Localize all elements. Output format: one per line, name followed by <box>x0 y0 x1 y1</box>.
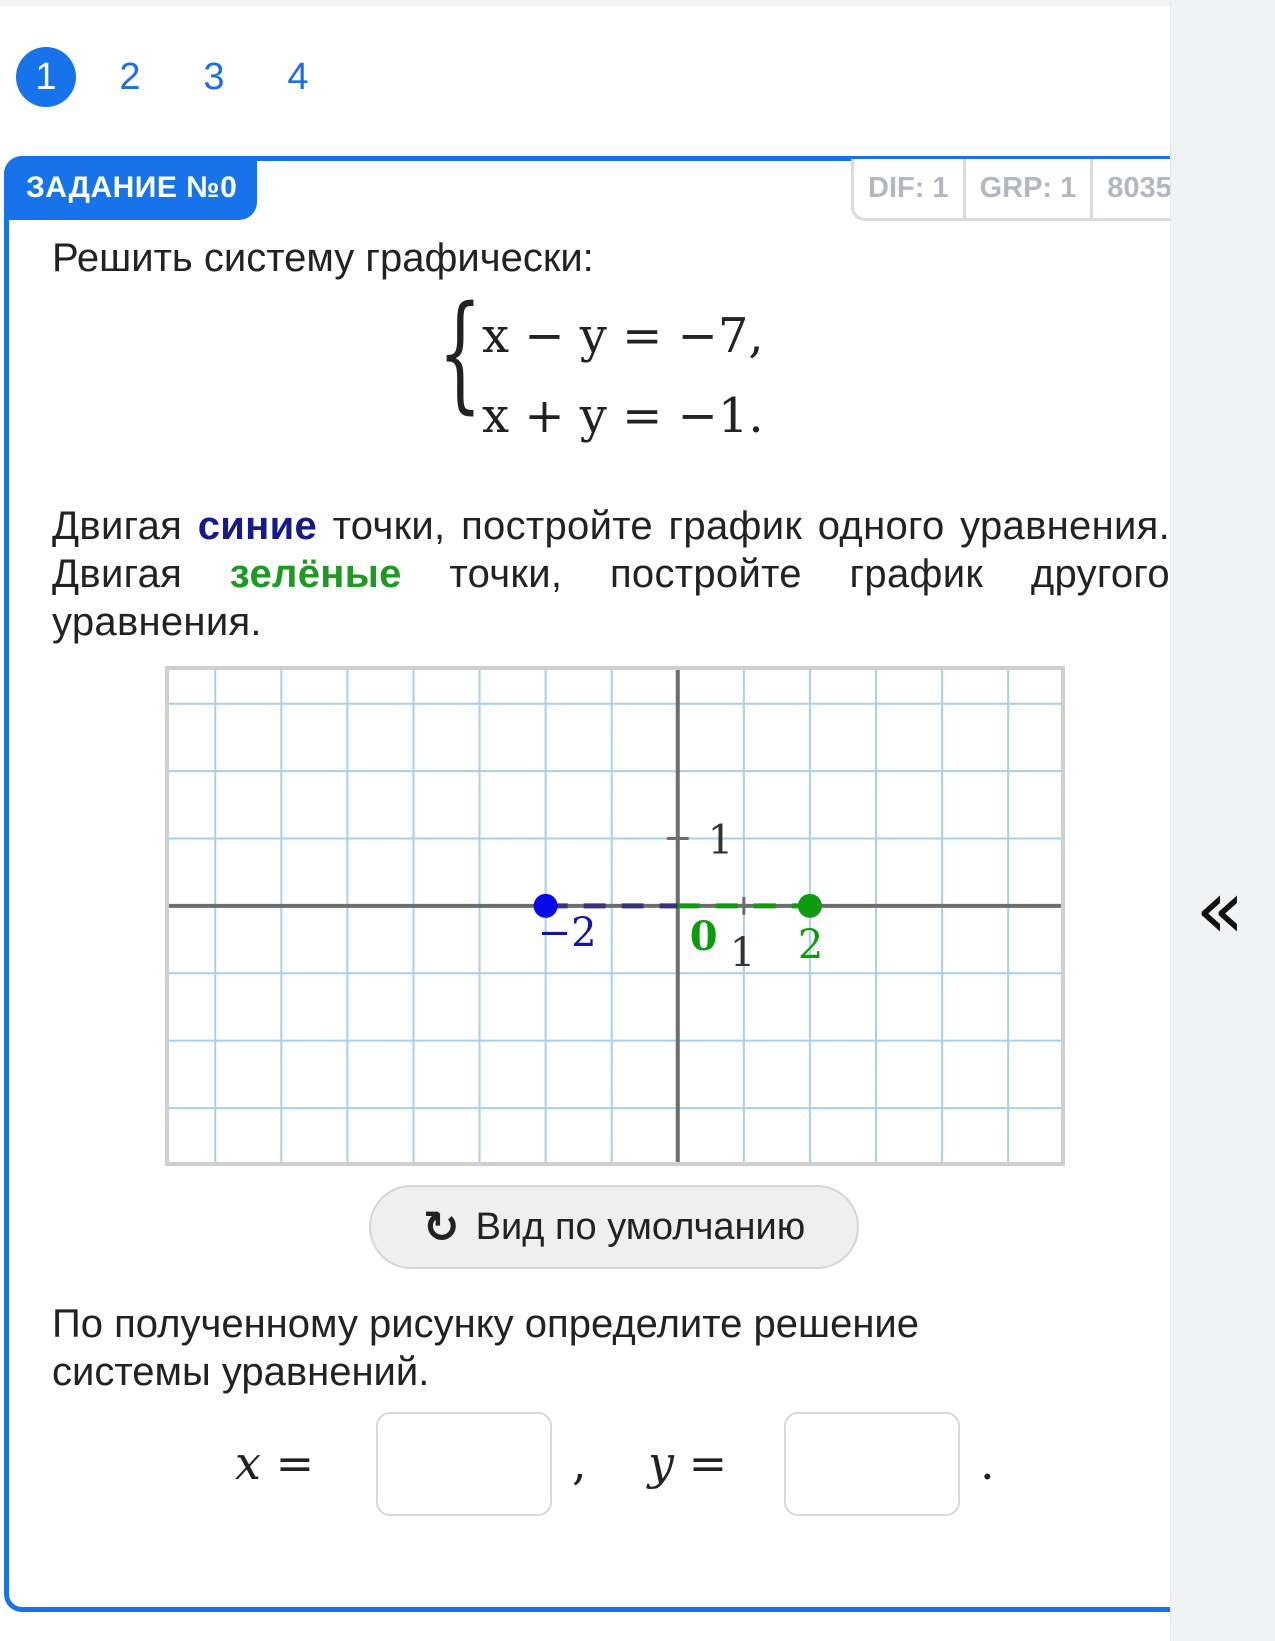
equation-2: x + y = −1. <box>482 388 764 444</box>
y-answer-input[interactable] <box>784 1412 960 1516</box>
page-1-button[interactable]: 1 <box>16 47 76 107</box>
page-4-button[interactable]: 4 <box>268 47 328 107</box>
equation-1: x − y = −7, <box>482 308 764 364</box>
graph-frame <box>165 666 1065 1166</box>
instruction-text: Двигая синие точки, постройте график одн… <box>52 502 1170 646</box>
blue-point-label: −2 <box>538 910 597 956</box>
question-text: По полученному рисунку определите решени… <box>52 1302 919 1394</box>
coordinate-plane[interactable]: 1 1 −2 0 2 <box>165 666 1065 1166</box>
green-point-label-0: 0 <box>690 913 718 960</box>
task-title: Решить систему графически: <box>52 236 594 280</box>
system-brace: { <box>438 279 483 426</box>
x-answer-input[interactable] <box>376 1412 552 1516</box>
side-panel <box>1170 0 1275 1641</box>
instruction-part-3: точки, постройте график другого уравнени… <box>52 552 1170 644</box>
y-tick-label-1: 1 <box>708 817 733 863</box>
green-point[interactable] <box>797 893 822 918</box>
green-keyword: зелёные <box>229 552 402 596</box>
task-tags: DIF: 1 GRP: 1 8035 <box>851 159 1189 221</box>
page-2-button[interactable]: 2 <box>100 47 160 107</box>
reset-view-label: Вид по умолчанию <box>475 1205 806 1248</box>
refresh-icon: ↻ <box>422 1201 460 1253</box>
top-strip <box>0 0 1170 6</box>
green-point-label-2: 2 <box>798 922 823 968</box>
answer-separator: , <box>572 1436 587 1490</box>
x-tick-label-1: 1 <box>730 930 755 976</box>
pagination: 1 2 3 4 <box>16 46 352 108</box>
reset-view-button[interactable]: ↻ Вид по умолчанию <box>369 1185 859 1269</box>
y-answer-label: y = <box>648 1436 728 1490</box>
x-answer-label: x = <box>235 1436 315 1490</box>
grp-tag: GRP: 1 <box>962 159 1094 221</box>
double-chevron-left-icon[interactable]: « <box>1190 870 1250 950</box>
blue-keyword: синие <box>197 504 318 548</box>
page-3-button[interactable]: 3 <box>184 47 244 107</box>
task-label: ЗАДАНИЕ №0 <box>4 156 258 220</box>
instruction-part-1: Двигая <box>52 504 183 548</box>
dif-tag: DIF: 1 <box>851 159 966 221</box>
answer-end-period: . <box>980 1436 995 1490</box>
